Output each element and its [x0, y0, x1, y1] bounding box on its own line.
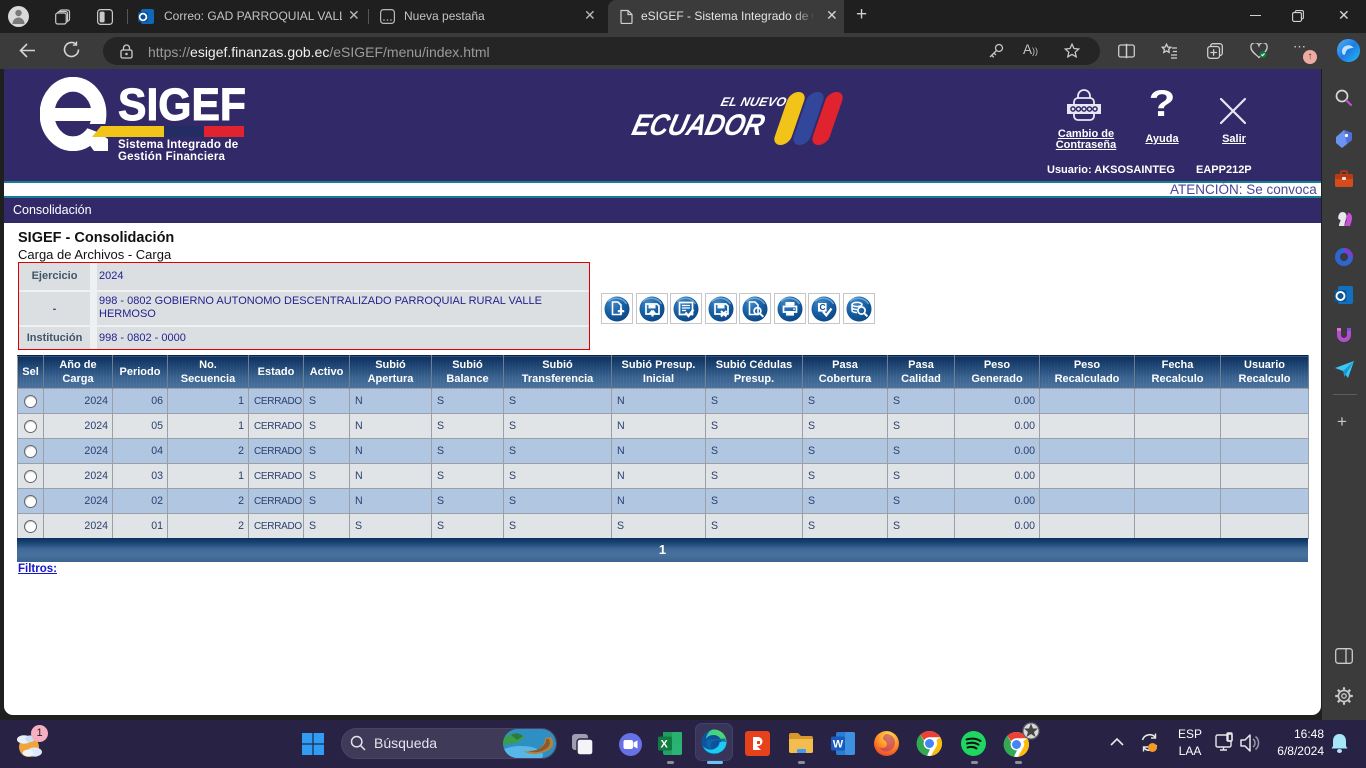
- svg-text:W: W: [833, 739, 844, 751]
- svg-text:SIGEF: SIGEF: [118, 86, 246, 126]
- svg-text:C: C: [820, 302, 826, 312]
- svg-text:X: X: [661, 739, 669, 751]
